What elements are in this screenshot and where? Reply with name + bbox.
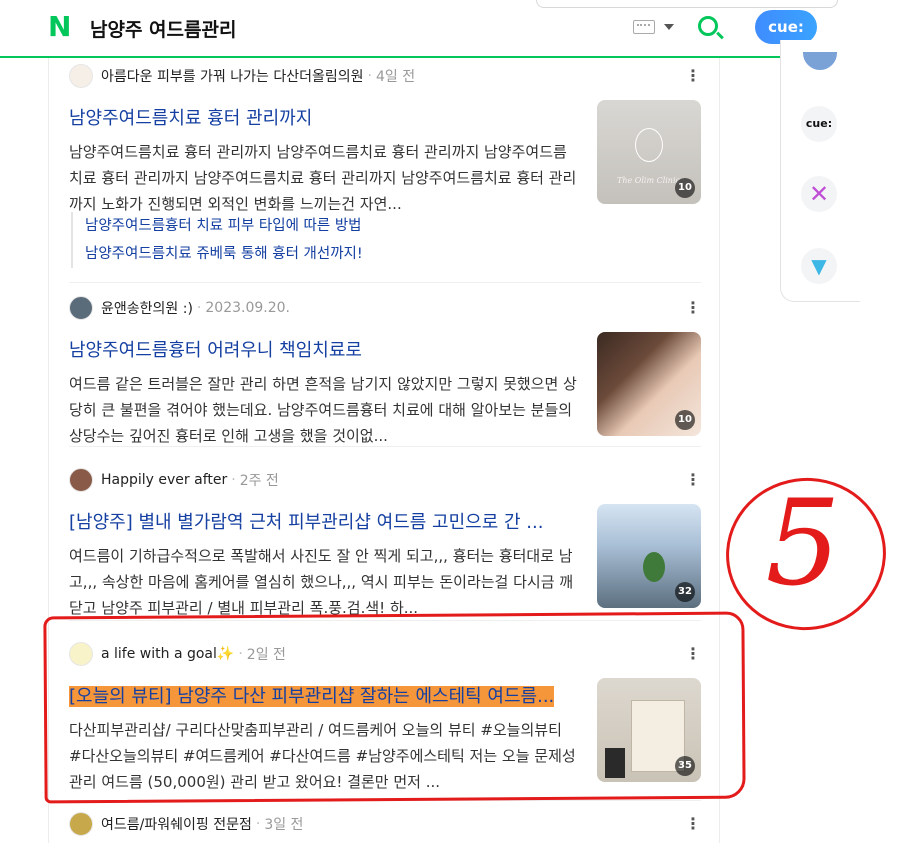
chevron-down-icon[interactable] — [664, 24, 674, 30]
source-name[interactable]: Happily ever after — [101, 472, 227, 488]
image-count-badge: 10 — [675, 178, 695, 198]
result-thumbnail[interactable]: The Olim Clinic 10 — [597, 100, 701, 204]
divider — [69, 282, 701, 283]
popup-edge — [536, 0, 838, 8]
rail-clover-icon[interactable]: ✕ — [801, 176, 837, 212]
source-row: 윤앤송한의원 :) · 2023.09.20. — [69, 296, 290, 320]
source-name[interactable]: 윤앤송한의원 :) — [101, 298, 193, 318]
image-count-badge: 32 — [675, 582, 695, 602]
sub-link-list: 남양주여드름흉터 치료 피부 타입에 따른 방법 남양주여드름치료 쥬베룩 통해… — [71, 212, 391, 268]
clinic-logo-icon — [635, 128, 663, 162]
source-row: 여드름/파워쉐이핑 전문점 · 3일 전 — [69, 812, 303, 836]
post-date: 3일 전 — [264, 817, 304, 833]
post-date: 2주 전 — [239, 473, 279, 489]
search-header: N 남양주 여드름관리 cue: — [0, 0, 840, 58]
plant-shape — [643, 552, 665, 582]
thumb-caption: The Olim Clinic — [617, 176, 680, 185]
keyboard-icon[interactable] — [633, 20, 655, 34]
search-icon[interactable] — [698, 16, 718, 36]
result-description: 남양주여드름치료 흉터 관리까지 남양주여드름치료 흉터 관리까지 남양주여드름… — [69, 143, 577, 213]
sub-link[interactable]: 남양주여드름치료 쥬베룩 통해 흉터 개선까지! — [85, 240, 391, 268]
result-title[interactable]: [남양주] 별내 별가람역 근처 피부관리샵 여드름 고민으로 간 ... — [69, 508, 569, 534]
naver-logo[interactable]: N — [48, 13, 74, 41]
result-thumbnail[interactable]: 32 — [597, 504, 701, 608]
search-query-text[interactable]: 남양주 여드름관리 — [90, 15, 236, 42]
source-row: 아름다운 피부를 가꿔 나가는 다산더올림의원 · 4일 전 — [69, 64, 415, 88]
cue-button[interactable]: cue: — [755, 10, 817, 44]
separator-dot: · — [367, 68, 372, 84]
more-options-icon[interactable]: ⋮ — [685, 298, 701, 318]
result-thumbnail[interactable]: 10 — [597, 332, 701, 436]
list-item: 아름다운 피부를 가꿔 나가는 다산더올림의원 · 4일 전 ⋮ 남양주여드름치… — [69, 64, 701, 283]
rail-medal-icon[interactable]: ▼ — [801, 248, 837, 284]
avatar[interactable] — [69, 64, 93, 88]
result-title[interactable]: 남양주여드름치료 흉터 관리까지 — [69, 104, 569, 130]
side-rail: cue: ✕ ▼ — [780, 40, 860, 302]
result-title[interactable]: 남양주여드름흉터 어려우니 책임치료로 — [69, 336, 569, 362]
list-item: Happily ever after · 2주 전 ⋮ [남양주] 별내 별가람… — [69, 468, 701, 621]
sub-link[interactable]: 남양주여드름흉터 치료 피부 타입에 따른 방법 — [85, 212, 391, 240]
rail-cue-icon[interactable]: cue: — [801, 106, 837, 142]
annotation-box — [43, 611, 746, 804]
result-description: 여드름이 기하급수적으로 폭발해서 사진도 잘 안 찍게 되고,,, 흉터는 흉… — [69, 547, 574, 617]
post-date: 2023.09.20. — [205, 300, 290, 316]
divider — [69, 446, 701, 447]
result-description: 여드름 같은 트러블은 잘만 관리 하면 흔적을 남기지 않았지만 그렇지 못했… — [69, 375, 577, 445]
avatar[interactable] — [69, 812, 93, 836]
separator-dot: · — [231, 472, 236, 488]
avatar[interactable] — [69, 468, 93, 492]
source-name[interactable]: 아름다운 피부를 가꿔 나가는 다산더올림의원 — [101, 66, 364, 86]
list-item: 윤앤송한의원 :) · 2023.09.20. ⋮ 남양주여드름흉터 어려우니 … — [69, 296, 701, 447]
rail-top-icon[interactable] — [803, 52, 837, 70]
source-name[interactable]: 여드름/파워쉐이핑 전문점 — [101, 814, 252, 834]
more-options-icon[interactable]: ⋮ — [685, 470, 701, 490]
more-options-icon[interactable]: ⋮ — [685, 66, 701, 86]
post-date: 4일 전 — [375, 69, 416, 85]
separator-dot: · — [255, 816, 261, 832]
image-count-badge: 10 — [675, 410, 695, 430]
avatar[interactable] — [69, 296, 93, 320]
separator-dot: · — [196, 300, 202, 316]
source-row: Happily ever after · 2주 전 — [69, 468, 279, 492]
more-options-icon[interactable]: ⋮ — [685, 814, 701, 834]
annotation-number: 5 — [765, 474, 841, 612]
list-item: 여드름/파워쉐이핑 전문점 · 3일 전 ⋮ — [69, 812, 701, 842]
